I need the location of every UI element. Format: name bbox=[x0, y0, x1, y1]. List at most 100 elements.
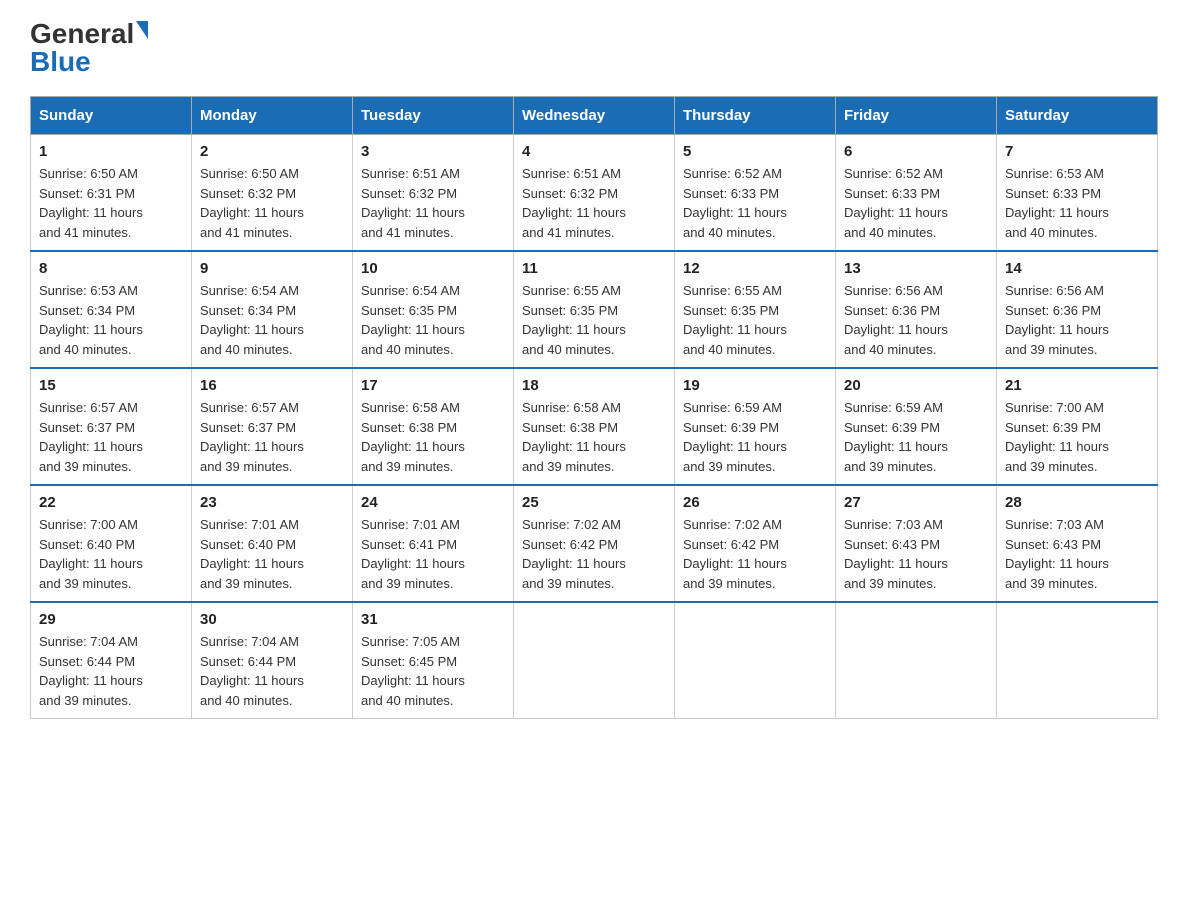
day-info: Sunrise: 7:01 AM Sunset: 6:41 PM Dayligh… bbox=[361, 515, 505, 593]
day-number: 25 bbox=[522, 494, 666, 511]
calendar-cell: 12 Sunrise: 6:55 AM Sunset: 6:35 PM Dayl… bbox=[675, 251, 836, 368]
calendar-cell: 10 Sunrise: 6:54 AM Sunset: 6:35 PM Dayl… bbox=[353, 251, 514, 368]
calendar-cell: 3 Sunrise: 6:51 AM Sunset: 6:32 PM Dayli… bbox=[353, 135, 514, 252]
day-info: Sunrise: 7:04 AM Sunset: 6:44 PM Dayligh… bbox=[39, 632, 183, 710]
day-number: 10 bbox=[361, 260, 505, 277]
day-info: Sunrise: 7:02 AM Sunset: 6:42 PM Dayligh… bbox=[683, 515, 827, 593]
day-number: 19 bbox=[683, 377, 827, 394]
day-number: 4 bbox=[522, 143, 666, 160]
day-info: Sunrise: 6:56 AM Sunset: 6:36 PM Dayligh… bbox=[1005, 281, 1149, 359]
calendar-cell: 4 Sunrise: 6:51 AM Sunset: 6:32 PM Dayli… bbox=[514, 135, 675, 252]
day-number: 24 bbox=[361, 494, 505, 511]
day-number: 17 bbox=[361, 377, 505, 394]
calendar-cell: 18 Sunrise: 6:58 AM Sunset: 6:38 PM Dayl… bbox=[514, 368, 675, 485]
day-number: 15 bbox=[39, 377, 183, 394]
calendar-week-row: 29 Sunrise: 7:04 AM Sunset: 6:44 PM Dayl… bbox=[31, 602, 1158, 719]
calendar-week-row: 1 Sunrise: 6:50 AM Sunset: 6:31 PM Dayli… bbox=[31, 135, 1158, 252]
day-number: 1 bbox=[39, 143, 183, 160]
calendar-cell: 13 Sunrise: 6:56 AM Sunset: 6:36 PM Dayl… bbox=[836, 251, 997, 368]
calendar-cell: 20 Sunrise: 6:59 AM Sunset: 6:39 PM Dayl… bbox=[836, 368, 997, 485]
calendar-cell: 23 Sunrise: 7:01 AM Sunset: 6:40 PM Dayl… bbox=[192, 485, 353, 602]
day-info: Sunrise: 6:53 AM Sunset: 6:34 PM Dayligh… bbox=[39, 281, 183, 359]
day-info: Sunrise: 6:55 AM Sunset: 6:35 PM Dayligh… bbox=[522, 281, 666, 359]
day-info: Sunrise: 6:59 AM Sunset: 6:39 PM Dayligh… bbox=[844, 398, 988, 476]
calendar-cell bbox=[675, 602, 836, 719]
day-number: 31 bbox=[361, 611, 505, 628]
column-header-friday: Friday bbox=[836, 97, 997, 135]
day-number: 6 bbox=[844, 143, 988, 160]
day-number: 2 bbox=[200, 143, 344, 160]
logo-general: General bbox=[30, 20, 134, 48]
day-number: 23 bbox=[200, 494, 344, 511]
calendar-cell: 11 Sunrise: 6:55 AM Sunset: 6:35 PM Dayl… bbox=[514, 251, 675, 368]
calendar-cell: 28 Sunrise: 7:03 AM Sunset: 6:43 PM Dayl… bbox=[997, 485, 1158, 602]
calendar-cell: 14 Sunrise: 6:56 AM Sunset: 6:36 PM Dayl… bbox=[997, 251, 1158, 368]
day-info: Sunrise: 6:51 AM Sunset: 6:32 PM Dayligh… bbox=[361, 164, 505, 242]
day-number: 26 bbox=[683, 494, 827, 511]
day-number: 28 bbox=[1005, 494, 1149, 511]
calendar-cell bbox=[997, 602, 1158, 719]
calendar-cell: 2 Sunrise: 6:50 AM Sunset: 6:32 PM Dayli… bbox=[192, 135, 353, 252]
calendar-cell: 5 Sunrise: 6:52 AM Sunset: 6:33 PM Dayli… bbox=[675, 135, 836, 252]
calendar-cell: 22 Sunrise: 7:00 AM Sunset: 6:40 PM Dayl… bbox=[31, 485, 192, 602]
day-number: 30 bbox=[200, 611, 344, 628]
day-info: Sunrise: 6:58 AM Sunset: 6:38 PM Dayligh… bbox=[522, 398, 666, 476]
day-number: 12 bbox=[683, 260, 827, 277]
day-info: Sunrise: 6:56 AM Sunset: 6:36 PM Dayligh… bbox=[844, 281, 988, 359]
day-number: 21 bbox=[1005, 377, 1149, 394]
day-info: Sunrise: 6:52 AM Sunset: 6:33 PM Dayligh… bbox=[683, 164, 827, 242]
calendar-cell: 17 Sunrise: 6:58 AM Sunset: 6:38 PM Dayl… bbox=[353, 368, 514, 485]
column-header-tuesday: Tuesday bbox=[353, 97, 514, 135]
calendar-cell: 24 Sunrise: 7:01 AM Sunset: 6:41 PM Dayl… bbox=[353, 485, 514, 602]
day-number: 20 bbox=[844, 377, 988, 394]
logo-blue: Blue bbox=[30, 46, 91, 77]
day-info: Sunrise: 6:51 AM Sunset: 6:32 PM Dayligh… bbox=[522, 164, 666, 242]
calendar-cell bbox=[836, 602, 997, 719]
day-number: 22 bbox=[39, 494, 183, 511]
calendar-cell: 6 Sunrise: 6:52 AM Sunset: 6:33 PM Dayli… bbox=[836, 135, 997, 252]
day-info: Sunrise: 7:02 AM Sunset: 6:42 PM Dayligh… bbox=[522, 515, 666, 593]
calendar-header-row: SundayMondayTuesdayWednesdayThursdayFrid… bbox=[31, 97, 1158, 135]
day-number: 7 bbox=[1005, 143, 1149, 160]
day-number: 11 bbox=[522, 260, 666, 277]
calendar-cell: 30 Sunrise: 7:04 AM Sunset: 6:44 PM Dayl… bbox=[192, 602, 353, 719]
day-info: Sunrise: 7:04 AM Sunset: 6:44 PM Dayligh… bbox=[200, 632, 344, 710]
calendar-cell: 26 Sunrise: 7:02 AM Sunset: 6:42 PM Dayl… bbox=[675, 485, 836, 602]
calendar-cell: 8 Sunrise: 6:53 AM Sunset: 6:34 PM Dayli… bbox=[31, 251, 192, 368]
day-info: Sunrise: 6:57 AM Sunset: 6:37 PM Dayligh… bbox=[200, 398, 344, 476]
day-info: Sunrise: 6:50 AM Sunset: 6:32 PM Dayligh… bbox=[200, 164, 344, 242]
column-header-thursday: Thursday bbox=[675, 97, 836, 135]
column-header-saturday: Saturday bbox=[997, 97, 1158, 135]
day-info: Sunrise: 6:54 AM Sunset: 6:35 PM Dayligh… bbox=[361, 281, 505, 359]
calendar-cell: 7 Sunrise: 6:53 AM Sunset: 6:33 PM Dayli… bbox=[997, 135, 1158, 252]
day-number: 8 bbox=[39, 260, 183, 277]
calendar-table: SundayMondayTuesdayWednesdayThursdayFrid… bbox=[30, 96, 1158, 719]
day-info: Sunrise: 6:58 AM Sunset: 6:38 PM Dayligh… bbox=[361, 398, 505, 476]
logo: General Blue bbox=[30, 20, 148, 76]
day-info: Sunrise: 6:53 AM Sunset: 6:33 PM Dayligh… bbox=[1005, 164, 1149, 242]
day-info: Sunrise: 7:05 AM Sunset: 6:45 PM Dayligh… bbox=[361, 632, 505, 710]
day-info: Sunrise: 6:57 AM Sunset: 6:37 PM Dayligh… bbox=[39, 398, 183, 476]
calendar-cell: 25 Sunrise: 7:02 AM Sunset: 6:42 PM Dayl… bbox=[514, 485, 675, 602]
column-header-monday: Monday bbox=[192, 97, 353, 135]
calendar-cell: 29 Sunrise: 7:04 AM Sunset: 6:44 PM Dayl… bbox=[31, 602, 192, 719]
column-header-wednesday: Wednesday bbox=[514, 97, 675, 135]
day-number: 16 bbox=[200, 377, 344, 394]
day-number: 3 bbox=[361, 143, 505, 160]
calendar-cell: 15 Sunrise: 6:57 AM Sunset: 6:37 PM Dayl… bbox=[31, 368, 192, 485]
day-info: Sunrise: 7:03 AM Sunset: 6:43 PM Dayligh… bbox=[1005, 515, 1149, 593]
calendar-week-row: 8 Sunrise: 6:53 AM Sunset: 6:34 PM Dayli… bbox=[31, 251, 1158, 368]
calendar-cell: 27 Sunrise: 7:03 AM Sunset: 6:43 PM Dayl… bbox=[836, 485, 997, 602]
day-info: Sunrise: 6:52 AM Sunset: 6:33 PM Dayligh… bbox=[844, 164, 988, 242]
calendar-cell: 1 Sunrise: 6:50 AM Sunset: 6:31 PM Dayli… bbox=[31, 135, 192, 252]
day-number: 27 bbox=[844, 494, 988, 511]
day-info: Sunrise: 6:50 AM Sunset: 6:31 PM Dayligh… bbox=[39, 164, 183, 242]
calendar-week-row: 15 Sunrise: 6:57 AM Sunset: 6:37 PM Dayl… bbox=[31, 368, 1158, 485]
day-number: 5 bbox=[683, 143, 827, 160]
day-number: 18 bbox=[522, 377, 666, 394]
calendar-cell: 16 Sunrise: 6:57 AM Sunset: 6:37 PM Dayl… bbox=[192, 368, 353, 485]
logo-triangle-icon bbox=[136, 21, 148, 39]
day-info: Sunrise: 7:00 AM Sunset: 6:39 PM Dayligh… bbox=[1005, 398, 1149, 476]
day-number: 9 bbox=[200, 260, 344, 277]
column-header-sunday: Sunday bbox=[31, 97, 192, 135]
